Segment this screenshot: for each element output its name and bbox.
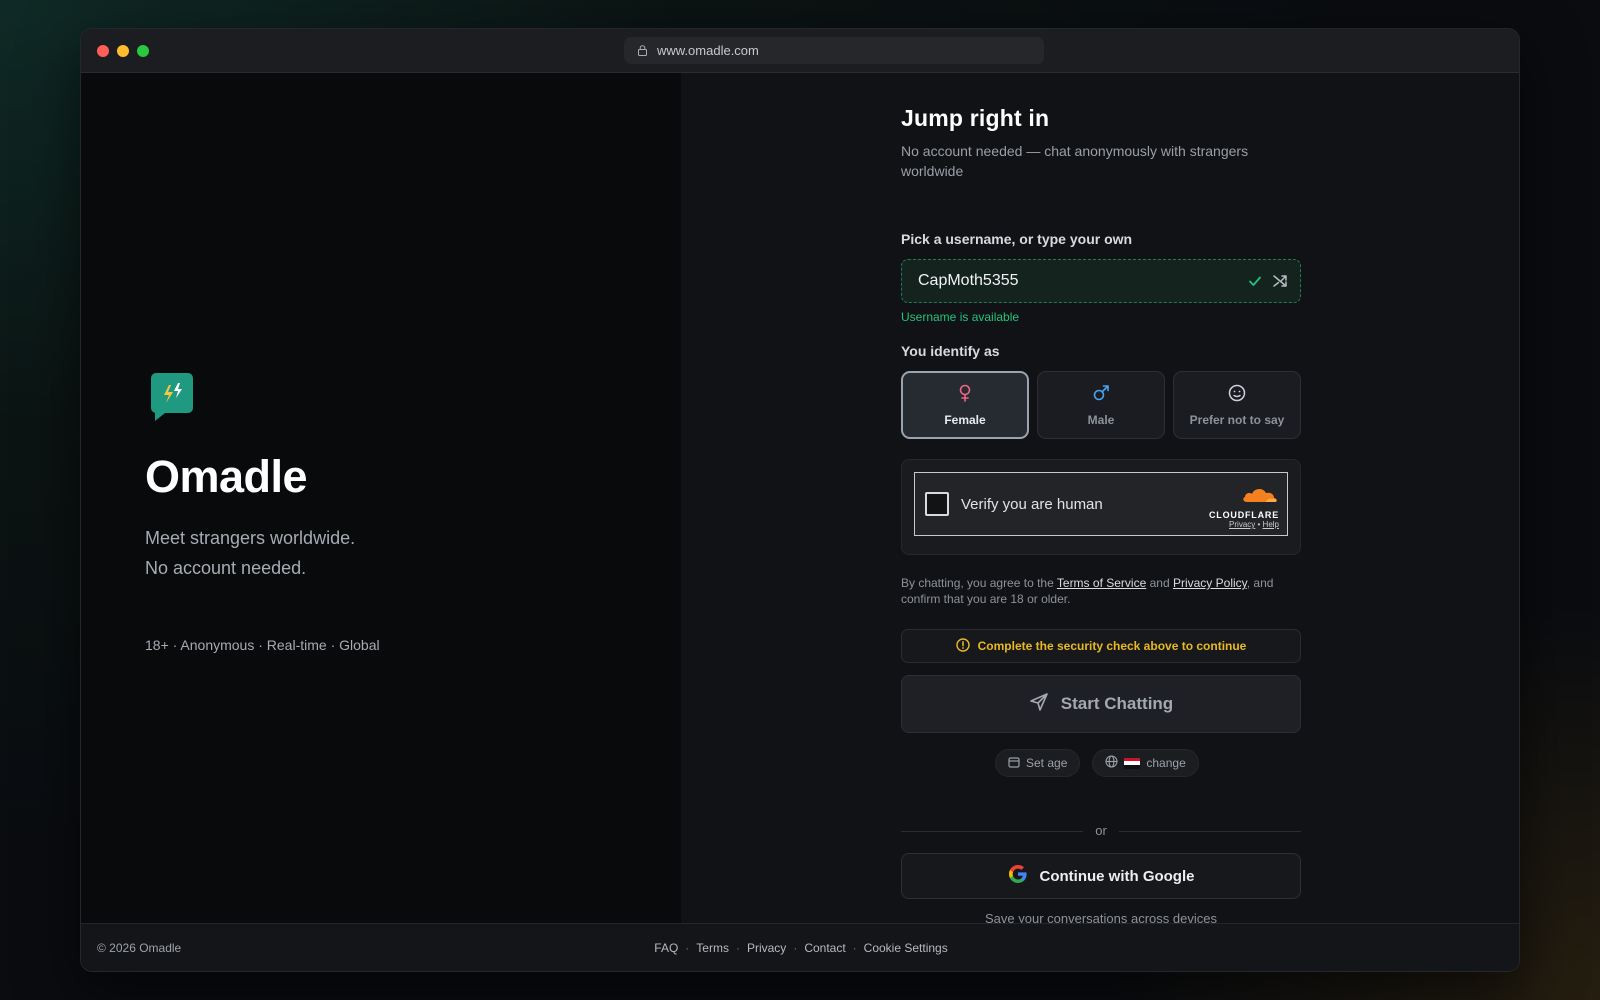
title-bar: www.omadle.com: [81, 29, 1519, 73]
maximize-window-button[interactable]: [137, 44, 149, 57]
brand-title: Omadle: [145, 451, 308, 502]
identify-label: You identify as: [901, 343, 1000, 359]
neutral-face-icon: [1228, 384, 1246, 407]
google-signin-label: Continue with Google: [1039, 867, 1195, 885]
url-text: www.omadle.com: [657, 43, 759, 58]
divider-line-right: [1119, 831, 1301, 832]
terms-notice: By chatting, you agree to the Terms of S…: [901, 575, 1301, 607]
captcha-checkbox[interactable]: [925, 492, 949, 516]
address-bar[interactable]: www.omadle.com: [624, 37, 1044, 64]
username-field[interactable]: [901, 259, 1301, 303]
username-status: Username is available: [901, 310, 1020, 324]
country-change-button[interactable]: change: [1092, 749, 1199, 777]
female-icon: [958, 384, 972, 407]
warning-text: Complete the security check above to con…: [977, 639, 1247, 653]
start-chatting-label: Start Chatting: [1060, 694, 1174, 713]
google-icon: [1008, 864, 1028, 888]
form-subheading: No account needed — chat anonymously wit…: [901, 143, 1249, 179]
footer-link-privacy[interactable]: Privacy: [747, 941, 786, 955]
turnstile-widget: Verify you are human CLOUDFLARE Privacy …: [914, 472, 1288, 536]
set-age-label: Set age: [1026, 756, 1068, 770]
checkmark-icon: [1248, 274, 1262, 293]
terms-prefix: By chatting, you agree to the: [901, 576, 1054, 590]
cloudflare-wordmark: CLOUDFLARE: [1209, 510, 1279, 520]
gender-option-female[interactable]: Female: [901, 371, 1029, 439]
male-icon: [1092, 384, 1110, 407]
country-flag-icon: [1124, 757, 1141, 769]
privacy-policy-link[interactable]: Privacy Policy: [1173, 576, 1247, 590]
captcha-container: Verify you are human CLOUDFLARE Privacy …: [901, 459, 1301, 555]
username-label: Pick a username, or type your own: [901, 231, 1133, 247]
captcha-label: Verify you are human: [961, 495, 1103, 513]
page-footer: © 2026 Omadle FAQ · Terms · Privacy · Co…: [81, 923, 1519, 971]
browser-window: www.omadle.com Omadle Meet strangers wor…: [80, 28, 1520, 972]
brand-meta: 18+ · Anonymous · Real-time · Global: [145, 637, 380, 653]
google-signin-button[interactable]: Continue with Google: [901, 853, 1301, 899]
lock-icon: [638, 45, 647, 56]
gender-label: Prefer not to say: [1189, 412, 1285, 427]
tagline-line-2: No account needed.: [145, 558, 307, 578]
security-warning: Complete the security check above to con…: [901, 629, 1301, 663]
gender-options: Female Male Prefer not to say: [901, 371, 1301, 439]
globe-icon: [1105, 755, 1118, 771]
shuffle-icon[interactable]: [1272, 273, 1288, 294]
gender-option-unspecified[interactable]: Prefer not to say: [1173, 371, 1301, 439]
cloudflare-branding: CLOUDFLARE Privacy • Help: [1197, 485, 1279, 529]
omadle-logo-icon: [151, 373, 193, 421]
tagline-line-1: Meet strangers worldwide.: [145, 528, 356, 548]
country-change-label: change: [1146, 756, 1186, 770]
brand-tagline: Meet strangers worldwide. No account nee…: [145, 523, 355, 583]
window-controls: [97, 44, 149, 57]
close-window-button[interactable]: [97, 44, 109, 57]
preference-chips: Set age change: [995, 749, 1199, 777]
or-divider: or: [901, 823, 1301, 839]
captcha-privacy-link[interactable]: Privacy: [1229, 520, 1255, 529]
warning-icon: [955, 637, 970, 655]
captcha-links: Privacy • Help: [1229, 520, 1279, 529]
terms-and: and: [1149, 576, 1170, 590]
minimize-window-button[interactable]: [117, 44, 129, 57]
gender-option-male[interactable]: Male: [1037, 371, 1165, 439]
footer-link-contact[interactable]: Contact: [804, 941, 845, 955]
signup-panel: Jump right in No account needed — chat a…: [681, 73, 1519, 926]
brand-panel: Omadle Meet strangers worldwide. No acco…: [81, 73, 681, 923]
start-chatting-button[interactable]: Start Chatting: [901, 675, 1301, 733]
footer-link-terms[interactable]: Terms: [696, 941, 729, 955]
cloudflare-cloud-icon: [1241, 488, 1279, 507]
set-age-button[interactable]: Set age: [995, 749, 1081, 777]
captcha-help-link[interactable]: Help: [1263, 520, 1279, 529]
footer-links: FAQ · Terms · Privacy · Contact · Cookie…: [654, 941, 948, 955]
username-input[interactable]: [918, 272, 1218, 290]
send-icon: [1029, 692, 1049, 717]
gender-label: Female: [944, 412, 986, 427]
terms-of-service-link[interactable]: Terms of Service: [1057, 576, 1146, 590]
gender-label: Male: [1087, 412, 1115, 427]
calendar-icon: [1008, 756, 1020, 771]
form-heading: Jump right in: [901, 105, 1050, 131]
footer-link-cookie-settings[interactable]: Cookie Settings: [864, 941, 948, 955]
footer-link-faq[interactable]: FAQ: [654, 941, 678, 955]
